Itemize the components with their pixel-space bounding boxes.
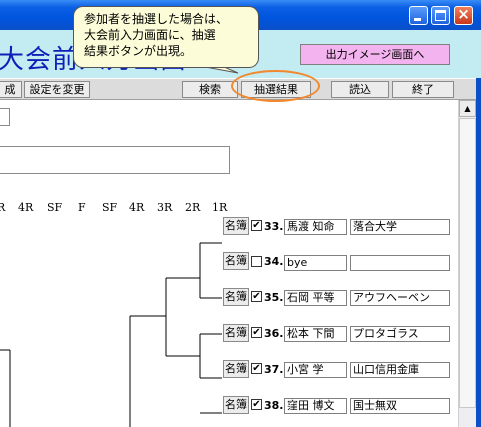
highlight-ellipse <box>231 70 320 102</box>
callout-line: 参加者を抽選した場合は、 <box>84 12 229 26</box>
callout-annotation: 参加者を抽選した場合は、 大会前入力画面に、抽選 結果ボタンが出現。 <box>73 6 259 68</box>
callout-line: 結果ボタンが出現。 <box>84 44 193 58</box>
callout-line: 大会前入力画面に、抽選 <box>84 28 216 42</box>
